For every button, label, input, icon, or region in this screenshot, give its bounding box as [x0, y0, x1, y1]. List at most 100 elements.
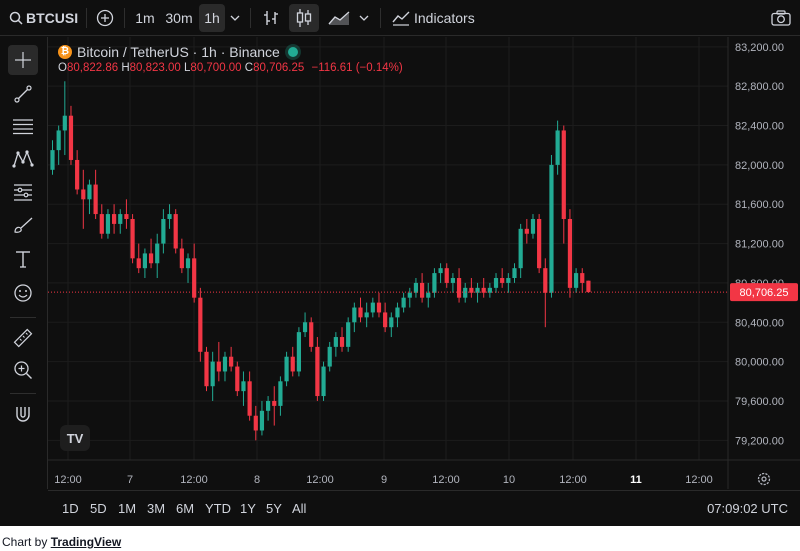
candle-body [506, 278, 511, 283]
candle [173, 209, 178, 254]
interval-1m-button[interactable]: 1m [131, 0, 159, 36]
range-toolbar: 1D 5D 1M 3M 6M YTD 1Y 5Y All 07:09:02 UT… [48, 490, 800, 526]
interval-1h-button[interactable]: 1h [199, 4, 225, 32]
candle [296, 327, 301, 377]
candle [278, 376, 283, 416]
indicators-button[interactable]: Indicators [414, 0, 478, 36]
chevron-down-icon[interactable] [227, 0, 243, 36]
price-chart[interactable]: 83,200.00 82,800.00 82,400.00 82,000.00 81,6… [48, 37, 800, 489]
brush-icon[interactable] [8, 210, 38, 240]
candle-body [450, 278, 455, 283]
price-axis-label: 81,200.00 [735, 239, 784, 251]
top-toolbar: BTCUSI 1m 30m 1h Indicators [0, 0, 800, 36]
candle [567, 209, 573, 298]
candle [284, 351, 289, 387]
search-icon[interactable] [6, 0, 26, 36]
bar-chart-icon[interactable] [258, 0, 284, 36]
divider [10, 317, 36, 318]
candle [185, 253, 191, 283]
time-axis-label: 12:00 [432, 474, 460, 486]
range-1m-button[interactable]: 1M [118, 491, 136, 526]
range-5d-button[interactable]: 5D [90, 491, 107, 526]
magnet-icon[interactable] [8, 399, 38, 429]
market-status-icon[interactable] [287, 47, 298, 57]
candle [450, 273, 455, 293]
candle [309, 317, 314, 352]
fib-icon[interactable] [8, 177, 38, 207]
zoom-icon[interactable] [8, 355, 38, 385]
candle [352, 302, 357, 333]
pattern-icon[interactable] [8, 144, 38, 174]
candle [210, 351, 215, 401]
chart-widget: BTCUSI 1m 30m 1h Indicators 83,200.00 82… [0, 0, 800, 526]
chevron-down-icon[interactable] [356, 0, 372, 36]
candle-body [395, 307, 400, 318]
range-1d-button[interactable]: 1D [62, 491, 79, 526]
range-5y-button[interactable]: 5Y [266, 491, 282, 526]
settings-gear-icon[interactable] [757, 472, 771, 486]
candle [518, 223, 523, 279]
time-axis-label: 8 [254, 474, 260, 486]
candle [364, 302, 369, 328]
range-3m-button[interactable]: 3M [147, 491, 165, 526]
candle [192, 243, 197, 303]
candle-body [346, 322, 351, 347]
utc-clock[interactable]: 07:09:02 UTC [707, 491, 788, 526]
candle-body [253, 415, 258, 431]
candle-body [142, 253, 147, 269]
price-axis-label: 82,800.00 [735, 81, 784, 93]
emoji-icon[interactable] [8, 278, 38, 308]
time-axis-label: 10 [503, 474, 515, 486]
candle [112, 204, 117, 234]
candle-body [173, 214, 178, 249]
candle [339, 327, 345, 352]
add-compare-icon[interactable] [93, 0, 117, 36]
divider [10, 393, 36, 394]
crosshair-icon[interactable] [8, 45, 38, 75]
candle-body [185, 258, 191, 269]
legend-title[interactable]: Bitcoin / TetherUS · 1h · Binance [77, 44, 280, 60]
candle-body [198, 297, 203, 352]
range-6m-button[interactable]: 6M [176, 491, 194, 526]
candle [290, 346, 295, 377]
candle [389, 312, 394, 338]
candle-body [167, 214, 172, 219]
candle [413, 278, 419, 298]
range-ytd-button[interactable]: YTD [205, 491, 231, 526]
candle [247, 371, 252, 421]
tradingview-link[interactable]: TradingView [51, 535, 121, 549]
candle-body [130, 218, 135, 259]
tradingview-logo[interactable]: TV [60, 425, 90, 451]
candle [229, 346, 234, 372]
candle-body [574, 273, 579, 288]
candlestick-icon[interactable] [289, 4, 319, 32]
time-axis-label: 12:00 [685, 474, 713, 486]
chart-legend-ohlc-row: O80,822.86 H80,823.00 L80,700.00 C80,706… [58, 62, 403, 74]
candle [512, 263, 517, 283]
candle [333, 332, 338, 357]
trendline-icon[interactable] [8, 79, 38, 109]
ruler-icon[interactable] [8, 323, 38, 353]
time-axis-label: 9 [381, 474, 387, 486]
text-icon[interactable] [8, 244, 38, 274]
area-chart-icon[interactable] [324, 0, 354, 36]
range-1y-button[interactable]: 1Y [240, 491, 256, 526]
candle-body [68, 115, 74, 160]
horizontal-lines-icon[interactable] [8, 111, 38, 141]
time-axis-label: 11 [630, 474, 642, 486]
symbol-search-button[interactable]: BTCUSI [26, 0, 84, 36]
candle [118, 209, 123, 234]
range-all-button[interactable]: All [292, 491, 306, 526]
candle [222, 351, 228, 382]
candle [426, 282, 431, 308]
credit-prefix: Chart by [2, 535, 48, 549]
indicators-icon[interactable] [390, 0, 412, 36]
candle-body [567, 218, 573, 288]
price-axis-label: 80,000.00 [735, 357, 784, 369]
candle [524, 218, 529, 244]
candle-body [118, 214, 123, 224]
candle-body [278, 381, 283, 406]
camera-icon[interactable] [770, 0, 792, 36]
interval-30m-button[interactable]: 30m [162, 0, 196, 36]
time-axis-label: 7 [127, 474, 133, 486]
